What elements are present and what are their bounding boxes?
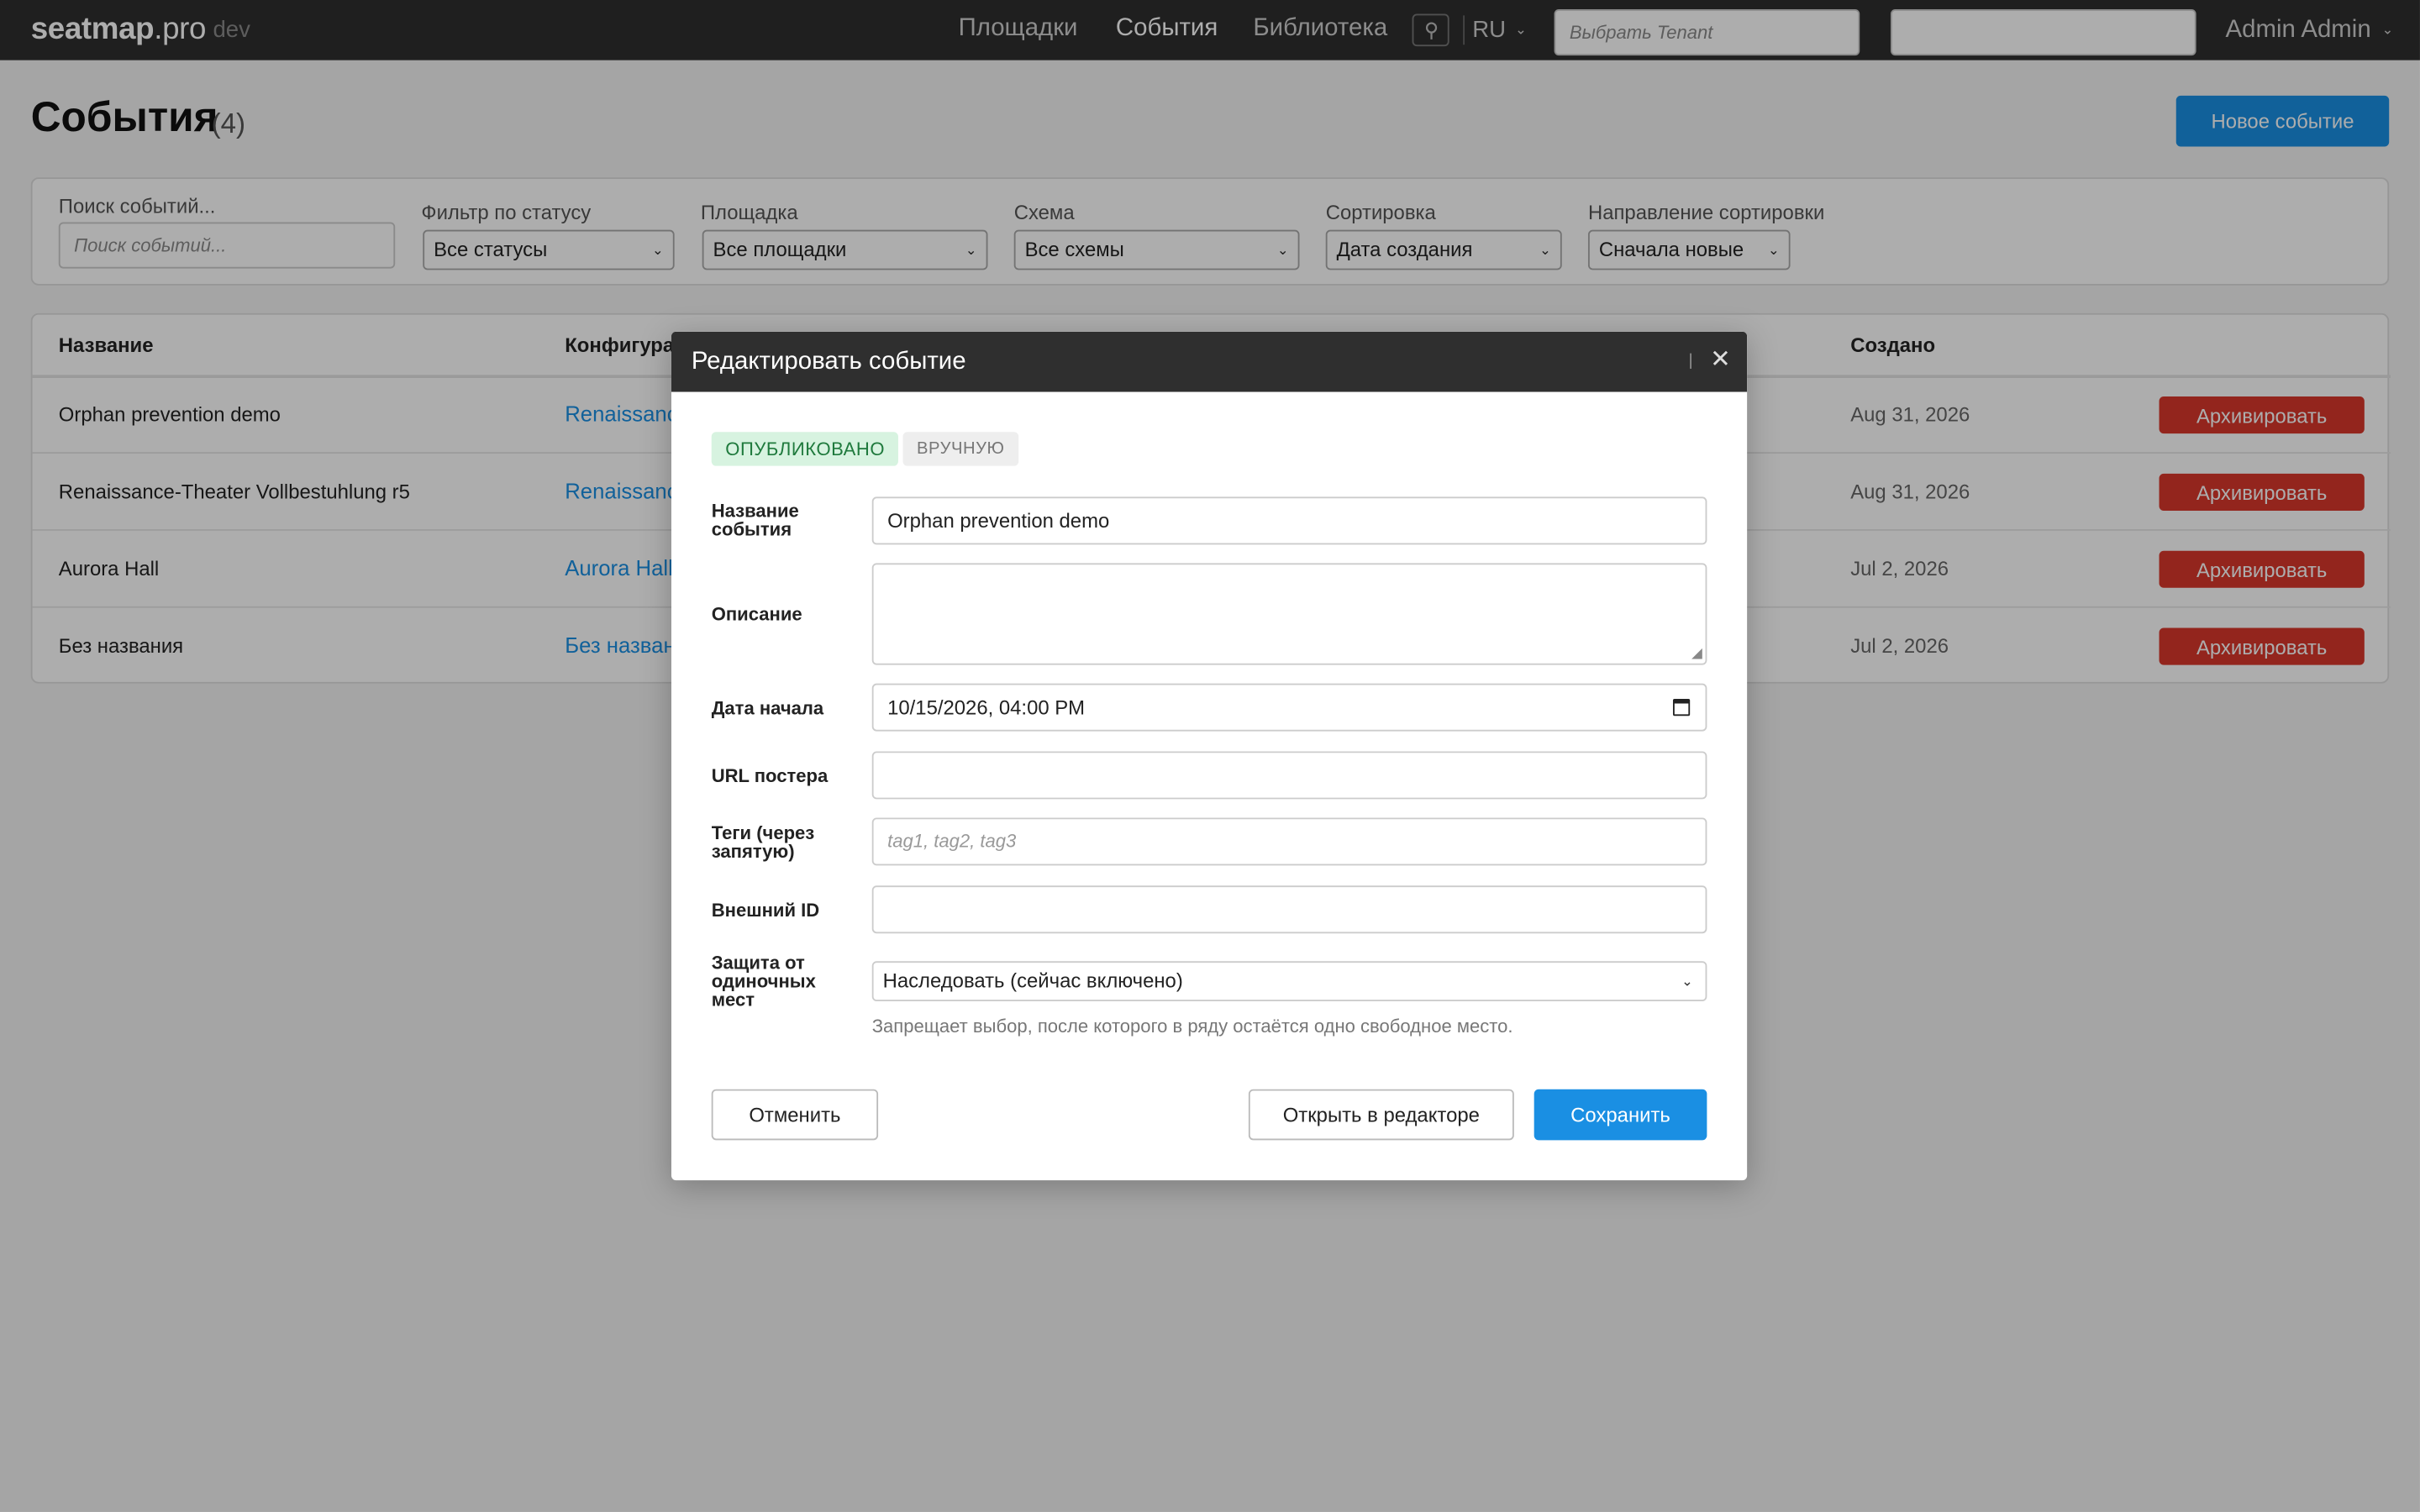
external-id-input[interactable] — [871, 885, 1707, 934]
modal-header-divider — [1690, 353, 1692, 369]
resize-grip-icon[interactable]: ◢ — [1691, 646, 1702, 661]
tags-label-line: Теги (через — [711, 822, 815, 844]
status-badge: ОПУБЛИКОВАНО — [711, 432, 899, 466]
event-name-input[interactable]: Orphan prevention demo — [871, 496, 1707, 545]
cancel-button[interactable]: Отменить — [711, 1089, 879, 1141]
edit-event-modal: Редактировать событие ✕ ОПУБЛИКОВАНО ВРУ… — [671, 331, 1748, 1181]
description-textarea[interactable]: ◢ — [871, 563, 1707, 665]
orphan-protection-select[interactable]: Наследовать (сейчас включено) ⌄ — [871, 961, 1707, 1002]
orphan-protection-label-line: мест — [711, 989, 755, 1011]
start-date-value: 10/15/2026, 04:00 PM — [887, 696, 1086, 719]
description-label: Описание — [711, 603, 802, 625]
modal-title: Редактировать событие — [691, 349, 966, 375]
tags-label: Теги (через запятую) — [712, 824, 815, 861]
chevron-down-icon: ⌄ — [1681, 973, 1693, 990]
start-date-label: Дата начала — [711, 697, 824, 719]
tags-label-line: запятую) — [711, 841, 795, 863]
external-id-label: Внешний ID — [711, 899, 820, 921]
orphan-protection-label-line: одиночных — [711, 970, 816, 992]
orphan-protection-help: Запрещает выбор, после которого в ряду о… — [871, 1015, 1513, 1037]
orphan-protection-value: Наследовать (сейчас включено) — [882, 969, 1183, 992]
event-name-label-line: события — [711, 518, 792, 540]
app-root: seatmap.pro dev Площадки События Библиот… — [0, 0, 2420, 1512]
event-name-label: Название события — [712, 501, 799, 538]
orphan-protection-label: Защита от одиночных мест — [712, 953, 816, 1009]
start-date-input[interactable]: 10/15/2026, 04:00 PM — [871, 683, 1707, 732]
poster-url-input[interactable] — [871, 751, 1707, 800]
tags-input[interactable]: tag1, tag2, tag3 — [871, 817, 1707, 866]
event-name-label-line: Название — [711, 500, 799, 522]
calendar-icon[interactable] — [1672, 699, 1691, 717]
close-icon[interactable]: ✕ — [1710, 345, 1731, 376]
modal-header: Редактировать событие ✕ — [671, 331, 1748, 392]
mode-badge: ВРУЧНУЮ — [902, 432, 1019, 466]
save-button[interactable]: Сохранить — [1534, 1089, 1707, 1141]
poster-url-label: URL постера — [711, 765, 829, 787]
orphan-protection-label-line: Защита от — [711, 952, 805, 974]
open-in-editor-button[interactable]: Открыть в редакторе — [1248, 1089, 1514, 1141]
